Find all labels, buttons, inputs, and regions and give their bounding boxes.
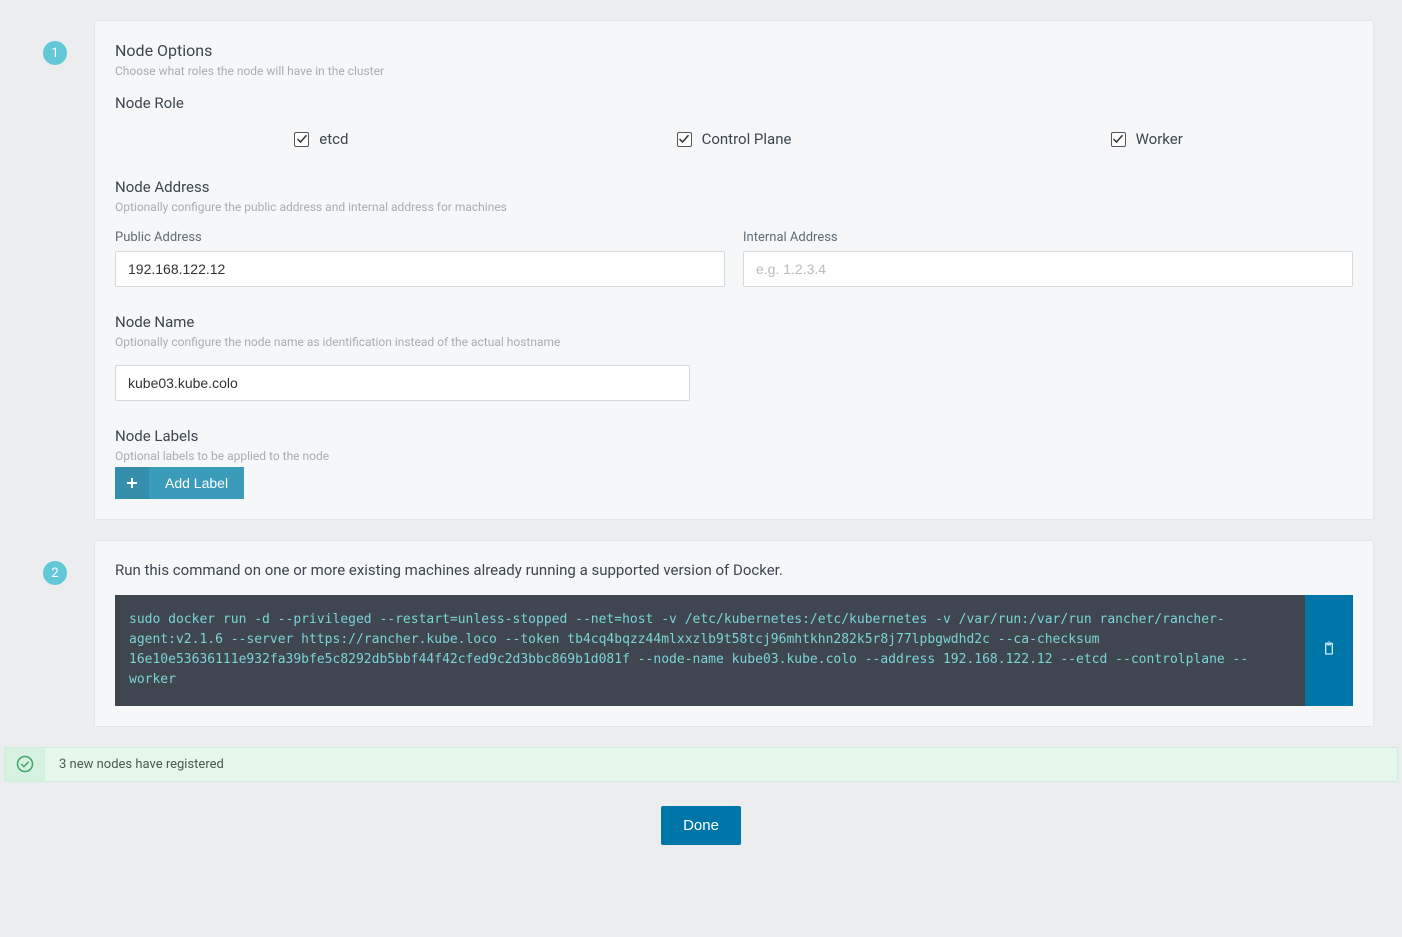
role-worker-label: Worker bbox=[1136, 130, 1183, 148]
role-etcd-label: etcd bbox=[319, 130, 348, 148]
node-address-heading: Node Address bbox=[115, 178, 1353, 196]
node-options-panel: 1 Node Options Choose what roles the nod… bbox=[94, 20, 1374, 520]
run-command-panel: 2 Run this command on one or more existi… bbox=[94, 540, 1374, 727]
status-bar: 3 new nodes have registered bbox=[4, 747, 1398, 782]
role-worker-checkbox[interactable]: Worker bbox=[1111, 130, 1183, 148]
success-icon bbox=[5, 748, 45, 781]
node-labels-heading: Node Labels bbox=[115, 427, 1353, 445]
plus-icon bbox=[115, 467, 149, 499]
role-etcd-checkbox[interactable]: etcd bbox=[294, 130, 348, 148]
node-name-subtitle: Optionally configure the node name as id… bbox=[115, 335, 1353, 349]
add-label-text: Add Label bbox=[149, 475, 244, 491]
node-role-heading: Node Role bbox=[115, 94, 1353, 112]
public-address-label: Public Address bbox=[115, 230, 725, 245]
node-role-row: etcd Control Plane Worker bbox=[115, 130, 1353, 148]
done-button[interactable]: Done bbox=[661, 806, 741, 845]
role-controlplane-checkbox[interactable]: Control Plane bbox=[677, 130, 792, 148]
add-label-button[interactable]: Add Label bbox=[115, 467, 244, 499]
node-labels-subtitle: Optional labels to be applied to the nod… bbox=[115, 449, 1353, 463]
node-options-subtitle: Choose what roles the node will have in … bbox=[115, 64, 1353, 78]
check-icon bbox=[294, 132, 309, 147]
step-badge-2: 2 bbox=[43, 561, 67, 585]
copy-command-button[interactable] bbox=[1305, 595, 1353, 706]
internal-address-label: Internal Address bbox=[743, 230, 1353, 245]
clipboard-icon bbox=[1321, 640, 1337, 660]
node-name-heading: Node Name bbox=[115, 313, 1353, 331]
internal-address-input[interactable] bbox=[743, 251, 1353, 287]
check-icon bbox=[1111, 132, 1126, 147]
run-command-text: Run this command on one or more existing… bbox=[115, 561, 1353, 579]
role-controlplane-label: Control Plane bbox=[702, 130, 792, 148]
step-badge-1: 1 bbox=[43, 41, 67, 65]
command-code: sudo docker run -d --privileged --restar… bbox=[115, 595, 1305, 706]
node-options-title: Node Options bbox=[115, 41, 1353, 60]
status-text: 3 new nodes have registered bbox=[45, 748, 238, 781]
check-icon bbox=[677, 132, 692, 147]
node-name-input[interactable] bbox=[115, 365, 690, 401]
node-address-subtitle: Optionally configure the public address … bbox=[115, 200, 1353, 214]
public-address-input[interactable] bbox=[115, 251, 725, 287]
